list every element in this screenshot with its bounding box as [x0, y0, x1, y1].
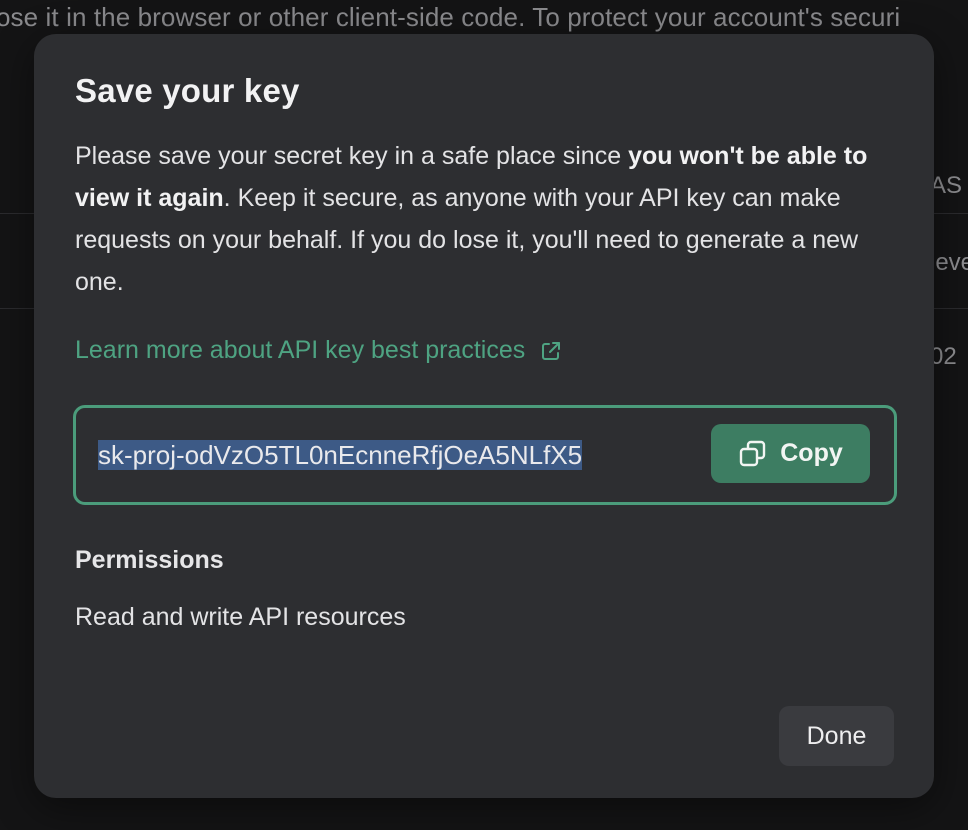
description-text: Please save your secret key in a safe pl… — [75, 142, 629, 170]
background-description-text: ose it in the browser or other client-si… — [0, 2, 901, 32]
permissions-heading: Permissions — [75, 546, 224, 574]
copy-button[interactable]: Copy — [711, 424, 870, 483]
external-link-icon — [539, 339, 563, 363]
background-table-cell: leve — [930, 249, 968, 276]
permissions-value: Read and write API resources — [75, 603, 406, 631]
save-key-dialog: Save your key Please save your secret ke… — [34, 34, 934, 798]
copy-button-label: Copy — [780, 439, 843, 467]
dialog-description: Please save your secret key in a safe pl… — [75, 135, 901, 303]
dialog-title: Save your key — [75, 72, 300, 109]
done-button[interactable]: Done — [779, 706, 894, 766]
background-table-cell: 02 — [930, 343, 957, 370]
learn-more-link-label: Learn more about API key best practices — [75, 336, 526, 364]
background-column-header: AS — [930, 172, 963, 199]
learn-more-link[interactable]: Learn more about API key best practices — [75, 336, 563, 365]
copy-icon — [738, 439, 768, 469]
api-key-field[interactable]: sk-proj-odVzO5TL0nEcnneRfjOeA5NLfX5 Copy — [73, 405, 897, 505]
api-key-value[interactable]: sk-proj-odVzO5TL0nEcnneRfjOeA5NLfX5 — [98, 439, 696, 472]
